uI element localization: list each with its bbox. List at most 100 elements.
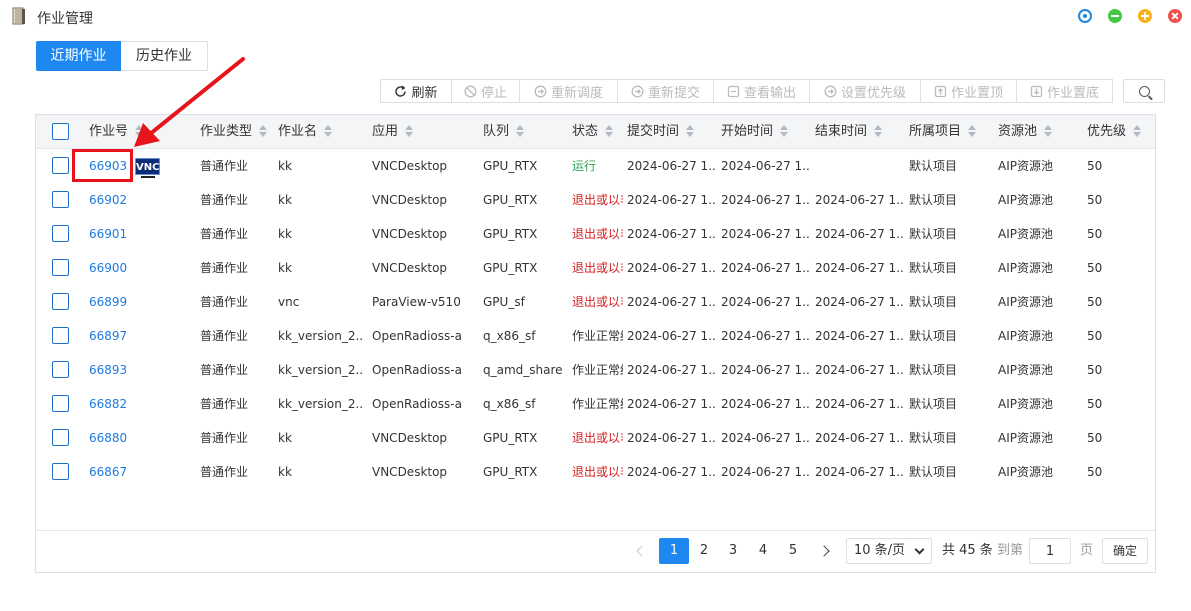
table-row[interactable]: 66880 普通作业 kk VNCDesktop GPU_RTX 退出或以非 2024-06… <box>36 421 1155 455</box>
job-id-link[interactable]: 66867 <box>89 455 139 489</box>
next-page-icon[interactable] <box>818 545 830 557</box>
sort-icon[interactable] <box>605 124 614 137</box>
pin-bottom-button[interactable]: 作业置底 <box>1017 79 1113 103</box>
table-row[interactable]: 66882 普通作业 kk_version_2... OpenRadioss-a q_x… <box>36 387 1155 421</box>
sort-icon[interactable] <box>968 124 977 137</box>
window-maximize-icon[interactable] <box>1138 9 1152 23</box>
row-checkbox[interactable] <box>52 395 69 412</box>
job-id-link[interactable]: 66899 <box>89 285 139 319</box>
col-header-job-id[interactable]: 作业号 <box>89 115 144 149</box>
col-header-queue[interactable]: 队列 <box>483 115 525 149</box>
table-row[interactable]: 66902 普通作业 kk VNCDesktop GPU_RTX 退出或以非 2024-06… <box>36 183 1155 217</box>
col-header-end-time[interactable]: 结束时间 <box>815 115 883 149</box>
table-row[interactable]: 66867 普通作业 kk VNCDesktop GPU_RTX 退出或以非 2024-06… <box>36 455 1155 489</box>
table-row[interactable]: 66899 普通作业 vnc ParaView-v510 GPU_sf 退出或以非 2024… <box>36 285 1155 319</box>
job-id-link[interactable]: 66893 <box>89 353 139 387</box>
cell-submit-time: 2024-06-27 1... <box>627 465 715 479</box>
stop-button[interactable]: 停止 <box>452 79 520 103</box>
table-row[interactable]: 66897 普通作业 kk_version_2... OpenRadioss-a q_x… <box>36 319 1155 353</box>
refresh-icon <box>395 84 407 97</box>
job-toolbar: 刷新 停止 重新调度 重新提交 查看输出 设置优先级 作业置顶 作业置底 <box>380 79 1165 103</box>
col-header-resource-pool[interactable]: 资源池 <box>998 115 1053 149</box>
col-header-label: 队列 <box>483 124 510 139</box>
sort-icon[interactable] <box>874 124 883 137</box>
resubmit-button[interactable]: 重新提交 <box>618 79 714 103</box>
window-close-icon[interactable] <box>1168 9 1182 23</box>
refresh-button[interactable]: 刷新 <box>380 79 452 103</box>
total-count: 共 45 条 <box>942 543 993 558</box>
row-checkbox[interactable] <box>52 259 69 276</box>
cell-app: VNCDesktop <box>372 159 448 173</box>
goto-page-input[interactable] <box>1029 538 1071 564</box>
table-row[interactable]: 66903 普通作业 kk VNCDesktop GPU_RTX 运行 2024-06-27… <box>36 149 1155 183</box>
confirm-button[interactable]: 确定 <box>1102 538 1148 564</box>
job-id-link[interactable]: 66902 <box>89 183 139 217</box>
resubmit-label: 重新提交 <box>647 85 700 101</box>
row-checkbox[interactable] <box>52 191 69 208</box>
job-id-link[interactable]: 66882 <box>89 387 139 421</box>
table-row[interactable]: 66901 普通作业 kk VNCDesktop GPU_RTX 退出或以非 2024-06… <box>36 217 1155 251</box>
sort-icon[interactable] <box>686 124 695 137</box>
page-size-value: 10 条/页 <box>854 543 906 558</box>
reschedule-button[interactable]: 重新调度 <box>520 79 618 103</box>
cell-app: VNCDesktop <box>372 227 448 241</box>
page-2[interactable]: 2 <box>695 538 713 564</box>
select-all-checkbox[interactable] <box>52 123 69 140</box>
sort-icon[interactable] <box>516 124 525 137</box>
cell-app: VNCDesktop <box>372 465 448 479</box>
col-header-priority[interactable]: 优先级 <box>1087 115 1142 149</box>
row-checkbox[interactable] <box>52 157 69 174</box>
sort-icon[interactable] <box>1133 124 1142 137</box>
table-row[interactable]: 66893 普通作业 kk_version_2... OpenRadioss-a q_a… <box>36 353 1155 387</box>
table-row[interactable]: 66900 普通作业 kk VNCDesktop GPU_RTX 退出或以非 2024-06… <box>36 251 1155 285</box>
col-header-job-type[interactable]: 作业类型 <box>200 115 268 149</box>
row-checkbox[interactable] <box>52 225 69 242</box>
set-priority-label: 设置优先级 <box>840 85 906 101</box>
tab-recent-jobs[interactable]: 近期作业 <box>36 41 121 71</box>
sort-icon[interactable] <box>780 124 789 137</box>
cell-start-time: 2024-06-27 1... <box>721 363 809 377</box>
col-header-submit-time[interactable]: 提交时间 <box>627 115 695 149</box>
sort-icon[interactable] <box>135 124 144 137</box>
page-3[interactable]: 3 <box>724 538 742 564</box>
row-checkbox[interactable] <box>52 361 69 378</box>
page-5[interactable]: 5 <box>784 538 802 564</box>
col-header-project[interactable]: 所属项目 <box>909 115 977 149</box>
cell-status: 退出或以非 <box>572 227 623 241</box>
job-id-link[interactable]: 66880 <box>89 421 139 455</box>
sort-icon[interactable] <box>1044 124 1053 137</box>
cell-start-time: 2024-06-27 1... <box>721 159 809 173</box>
row-checkbox[interactable] <box>52 293 69 310</box>
search-button[interactable] <box>1123 79 1165 103</box>
col-header-label: 提交时间 <box>627 124 680 139</box>
cell-queue: GPU_RTX <box>483 227 538 241</box>
view-output-button[interactable]: 查看输出 <box>714 79 810 103</box>
job-id-link[interactable]: 66901 <box>89 217 139 251</box>
row-checkbox[interactable] <box>52 463 69 480</box>
pin-top-button[interactable]: 作业置顶 <box>921 79 1017 103</box>
prev-page-icon[interactable] <box>636 545 648 557</box>
tab-history-jobs[interactable]: 历史作业 <box>121 41 208 71</box>
job-id-link[interactable]: 66897 <box>89 319 139 353</box>
app-book-icon <box>12 7 25 25</box>
col-header-start-time[interactable]: 开始时间 <box>721 115 789 149</box>
job-id-link[interactable]: 66900 <box>89 251 139 285</box>
sort-icon[interactable] <box>324 124 333 137</box>
window-minimize-icon[interactable] <box>1108 9 1122 23</box>
col-header-app[interactable]: 应用 <box>372 115 414 149</box>
window-target-icon[interactable] <box>1078 9 1092 23</box>
row-checkbox[interactable] <box>52 429 69 446</box>
cell-status: 作业正常结 <box>572 363 623 377</box>
row-checkbox[interactable] <box>52 327 69 344</box>
page-4[interactable]: 4 <box>754 538 772 564</box>
vnc-monitor-icon[interactable]: VNC <box>135 158 160 178</box>
page-size-select[interactable]: 10 条/页 <box>846 538 932 564</box>
col-header-status[interactable]: 状态 <box>572 115 614 149</box>
sort-icon[interactable] <box>405 124 414 137</box>
cell-project: 默认项目 <box>909 397 958 411</box>
set-priority-button[interactable]: 设置优先级 <box>810 79 921 103</box>
col-header-job-name[interactable]: 作业名 <box>278 115 333 149</box>
pagination: 1 2 3 4 5 10 条/页 共 45 条 到第 页 确定 <box>36 538 1155 566</box>
page-1[interactable]: 1 <box>659 538 689 564</box>
sort-icon[interactable] <box>259 124 268 137</box>
